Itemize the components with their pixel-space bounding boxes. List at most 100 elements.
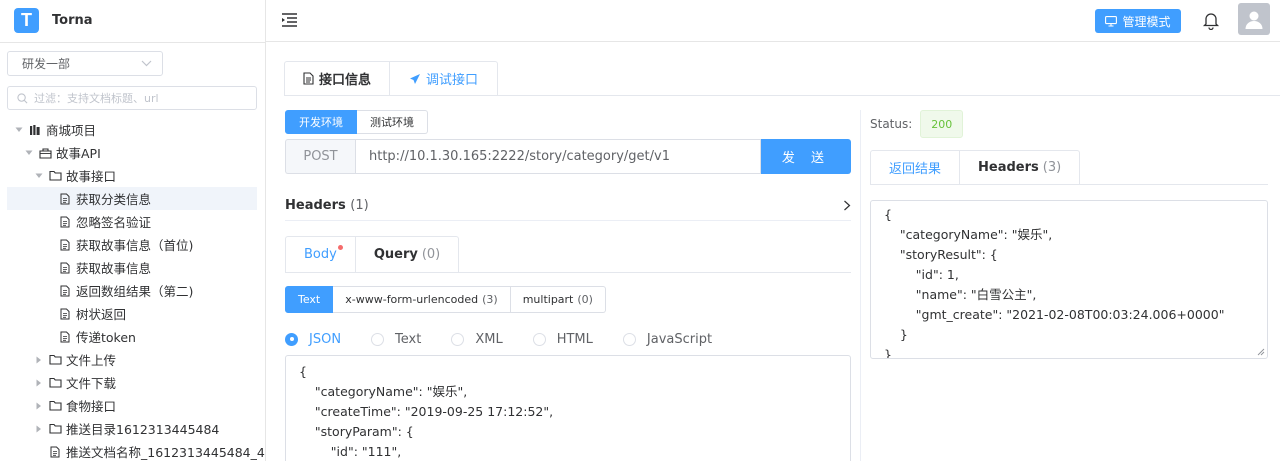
tree-item-label: 故事API xyxy=(56,146,101,161)
chevron-right-icon xyxy=(844,200,851,210)
content-type-text-button[interactable]: Text xyxy=(285,286,334,313)
body-editor[interactable]: { "categoryName": "娱乐", "createTime": "2… xyxy=(285,355,851,461)
caret-down-icon[interactable] xyxy=(24,150,34,156)
tree-item-folder[interactable]: 推送目录1612313445484 xyxy=(0,417,265,440)
folder-icon xyxy=(48,399,62,413)
resize-handle-icon[interactable] xyxy=(1257,348,1265,356)
caret-right-icon[interactable] xyxy=(34,402,44,410)
tree-item-doc[interactable]: 忽略签名验证 xyxy=(0,210,265,233)
tree-item-folder[interactable]: 文件上传 xyxy=(0,348,265,371)
tree-item-label: 商城项目 xyxy=(46,123,97,138)
avatar[interactable] xyxy=(1238,3,1270,35)
doc-tree: 商城项目故事API 故事接口 获取分类信息 忽略签名验证获取故事信息（首位) 获取故事信… xyxy=(0,118,265,461)
tab-response-headers[interactable]: Headers (3) xyxy=(960,150,1081,185)
tree-item-label: 文件下载 xyxy=(66,376,117,391)
content-type-multipart-button[interactable]: multipart (0) xyxy=(510,286,606,313)
bell-icon[interactable] xyxy=(1201,10,1221,30)
tree-item-doc[interactable]: 获取故事信息 xyxy=(0,256,265,279)
tab-label: 接口信息 xyxy=(319,73,372,88)
radio-xml[interactable]: XML xyxy=(451,331,503,347)
admin-mode-button[interactable]: 管理模式 xyxy=(1095,9,1181,33)
tree-item-label: 文件上传 xyxy=(66,353,117,368)
admin-mode-label: 管理模式 xyxy=(1122,14,1171,29)
body-format-radios: JSON Text XML HTML JavaScript xyxy=(285,329,742,349)
space-select-value: 研发一部 xyxy=(22,57,71,71)
response-body-text: { "categoryName": "娱乐", "storyResult": {… xyxy=(884,207,1225,359)
chevron-down-icon xyxy=(141,60,152,67)
button-label: x-www-form-urlencoded xyxy=(345,293,479,306)
tree-item-folder[interactable]: 故事API xyxy=(0,141,265,164)
request-line: POST 发 送 xyxy=(285,139,851,174)
env-test-button[interactable]: 测试环境 xyxy=(357,110,428,134)
menu-toggle-icon[interactable] xyxy=(281,11,299,29)
tab-label: 返回结果 xyxy=(889,162,942,177)
radio-html[interactable]: HTML xyxy=(532,332,593,347)
radio-circle xyxy=(371,332,385,346)
folder-icon xyxy=(48,376,62,390)
tree-item-folder[interactable]: 故事接口 xyxy=(0,164,265,187)
send-button[interactable]: 发 送 xyxy=(761,139,851,174)
tree-item-label: 推送文档名称_1612313445484_4 xyxy=(66,445,265,460)
caret-down-icon[interactable] xyxy=(34,173,44,179)
tab-query[interactable]: Query (0) xyxy=(355,236,460,273)
tree-item-doc[interactable]: 推送文档名称_1612313445484_4 xyxy=(0,440,265,461)
divider xyxy=(0,42,265,43)
env-dev-button[interactable]: 开发环境 xyxy=(285,110,357,134)
tree-item-doc[interactable]: 传递token xyxy=(0,325,265,348)
response-body[interactable]: { "categoryName": "娱乐", "storyResult": {… xyxy=(870,200,1268,359)
radio-javascript[interactable]: JavaScript xyxy=(622,332,712,347)
space-select[interactable]: 研发一部 xyxy=(7,51,163,76)
caret-down-icon[interactable] xyxy=(14,127,24,133)
tree-item-label: 获取故事信息 xyxy=(76,261,152,276)
tree-item-folder[interactable]: 食物接口 xyxy=(0,394,265,417)
caret-right-icon[interactable] xyxy=(34,356,44,364)
radio-json[interactable]: JSON xyxy=(285,332,341,347)
tree-item-doc[interactable]: 获取故事信息（首位) xyxy=(0,233,265,256)
status-row: Status: 200 xyxy=(870,110,964,138)
body-tabs: Body Query (0) xyxy=(285,236,460,273)
query-count: (0) xyxy=(421,247,441,262)
paper-plane-icon xyxy=(410,73,421,84)
tree-item-label: 返回数组结果（第二) xyxy=(76,284,194,299)
tree-item-label: 推送目录1612313445484 xyxy=(66,422,220,437)
divider xyxy=(870,184,1268,185)
tab-body[interactable]: Body xyxy=(285,236,356,273)
filter-field[interactable] xyxy=(7,86,257,110)
folder-icon xyxy=(48,422,62,436)
tree-item-folder[interactable]: 文件下载 xyxy=(0,371,265,394)
tree-item-doc[interactable]: 获取分类信息 xyxy=(7,187,257,210)
tab-response-result[interactable]: 返回结果 xyxy=(870,150,961,185)
tree-item-label: 食物接口 xyxy=(66,399,117,414)
caret-right-icon[interactable] xyxy=(34,379,44,387)
tree-item-doc[interactable]: 树状返回 xyxy=(0,302,265,325)
radio-label: JSON xyxy=(309,331,342,347)
button-label: multipart xyxy=(522,293,574,306)
folder-icon xyxy=(48,169,62,183)
caret-right-icon[interactable] xyxy=(34,425,44,433)
content-type-urlencoded-button[interactable]: x-www-form-urlencoded (3) xyxy=(333,286,511,313)
tab-label: 调试接口 xyxy=(426,73,479,88)
tree-item-label: 树状返回 xyxy=(76,307,127,322)
logo-badge: T xyxy=(14,7,39,33)
url-input[interactable] xyxy=(355,139,761,174)
radio-circle xyxy=(622,332,636,346)
sidebar: T Torna 研发一部 商城项目故事API 故事接口获取分类信息忽略签名验证获取… xyxy=(0,0,266,461)
module-icon xyxy=(38,146,52,160)
headers-count: (1) xyxy=(350,197,369,213)
status-badge: 200 xyxy=(920,110,964,138)
main-tabs: 接口信息 调试接口 xyxy=(284,61,499,96)
response-headers-count: (3) xyxy=(1042,160,1062,175)
tree-item-folder[interactable]: 商城项目 xyxy=(0,118,265,141)
app-logo[interactable]: T Torna xyxy=(14,7,93,33)
user-icon xyxy=(1245,11,1263,29)
tab-interface-info[interactable]: 接口信息 xyxy=(284,61,390,96)
radio-text[interactable]: Text xyxy=(371,332,421,347)
filter-input[interactable] xyxy=(34,91,244,105)
headers-collapse[interactable]: Headers (1) xyxy=(285,191,851,219)
divider xyxy=(285,220,851,221)
tab-debug-interface[interactable]: 调试接口 xyxy=(389,61,499,96)
tree-item-doc[interactable]: 返回数组结果（第二) xyxy=(0,279,265,302)
radio-label: XML xyxy=(475,331,503,347)
doc-icon xyxy=(58,284,72,298)
tree-item-label: 获取故事信息（首位) xyxy=(76,238,194,253)
